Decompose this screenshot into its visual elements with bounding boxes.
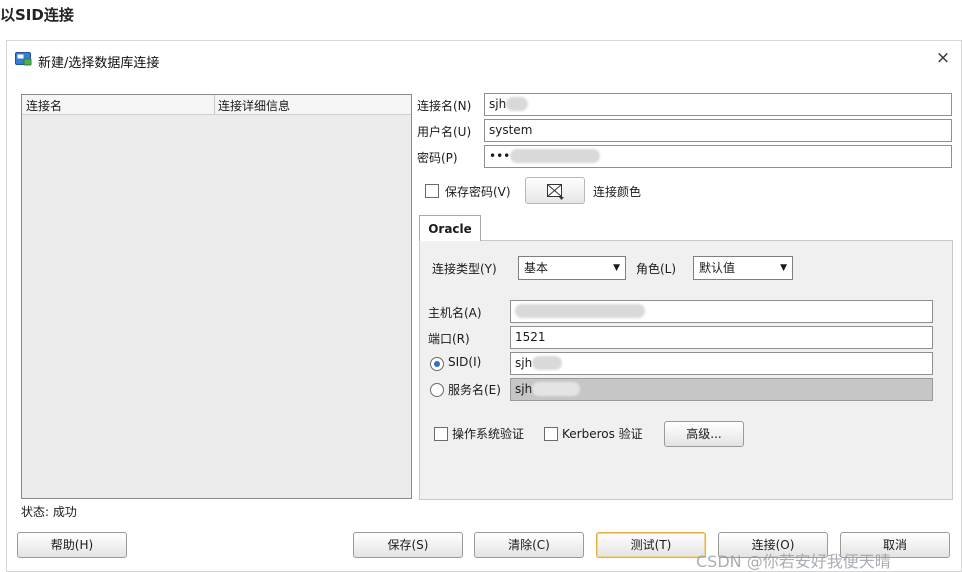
redacted-blur [532,382,581,396]
connection-name-value: sjh [489,97,507,111]
save-password-label[interactable]: 保存密码(V) [445,183,511,200]
connection-type-select[interactable]: 基本 ▼ [518,256,626,280]
color-swatch-icon [546,183,566,204]
sid-value: sjh [515,356,533,370]
connection-color-button[interactable] [525,177,585,204]
chevron-down-icon: ▼ [613,263,620,273]
port-label: 端口(R) [428,332,470,346]
chevron-down-icon: ▼ [780,263,787,273]
redacted-blur [510,149,601,163]
test-button[interactable]: 测试(T) [596,532,706,558]
help-button[interactable]: 帮助(H) [17,532,127,558]
close-icon[interactable]: × [932,47,954,69]
oracle-tab-panel: 连接类型(Y) 基本 ▼ 角色(L) 默认值 ▼ 主机名(A) 端口(R) 15… [419,240,953,500]
tab-oracle[interactable]: Oracle [419,215,481,241]
username-value: system [489,123,533,137]
sid-radio[interactable] [430,357,444,371]
dialog-title: 新建/选择数据库连接 [38,56,160,71]
redacted-blur [506,97,529,111]
column-divider[interactable] [214,95,215,114]
hostname-input[interactable] [510,300,933,323]
os-auth-label[interactable]: 操作系统验证 [452,425,524,442]
os-auth-checkbox[interactable] [434,427,448,441]
clear-button[interactable]: 清除(C) [474,532,584,558]
port-value: 1521 [515,330,546,344]
connection-list-header: 连接名 连接详细信息 [22,95,411,115]
connection-type-label: 连接类型(Y) [432,262,497,276]
role-value: 默认值 [699,261,736,275]
password-value: ••• [489,149,511,163]
sid-label[interactable]: SID(I) [448,355,481,369]
kerberos-label[interactable]: Kerberos 验证 [562,425,643,442]
advanced-button[interactable]: 高级... [664,421,744,447]
connection-type-value: 基本 [524,261,549,275]
redacted-blur [515,304,645,318]
article-heading: 以SID连接 [0,6,74,24]
sid-input[interactable]: sjh [510,352,933,375]
database-connection-icon [15,52,32,66]
password-input[interactable]: ••• [484,145,952,168]
save-password-checkbox[interactable] [425,184,439,198]
username-label: 用户名(U) [417,125,472,139]
save-button[interactable]: 保存(S) [353,532,463,558]
role-select[interactable]: 默认值 ▼ [693,256,793,280]
hostname-label: 主机名(A) [428,306,482,320]
kerberos-checkbox[interactable] [544,427,558,441]
watermark: CSDN @你若安好我便天晴 [696,552,891,571]
status-text: 状态: 成功 [21,505,77,519]
username-input[interactable]: system [484,119,952,142]
port-input[interactable]: 1521 [510,326,933,349]
service-name-radio[interactable] [430,383,444,397]
password-label: 密码(P) [417,151,458,165]
column-header-connection-name[interactable]: 连接名 [26,97,62,114]
connection-name-input[interactable]: sjh [484,93,952,116]
service-name-value: sjh [515,382,533,396]
connection-name-label: 连接名(N) [417,99,472,113]
service-name-input: sjh [510,378,933,401]
role-label: 角色(L) [636,262,677,276]
redacted-blur [532,356,563,370]
new-connection-dialog: 新建/选择数据库连接 × 连接名 连接详细信息 连接名(N) sjh 用户名(U… [6,40,962,572]
connection-color-label: 连接颜色 [593,185,642,199]
column-header-connection-details[interactable]: 连接详细信息 [218,97,290,114]
dialog-titlebar: 新建/选择数据库连接 × [7,41,961,79]
connection-list[interactable]: 连接名 连接详细信息 [21,94,412,499]
service-name-label[interactable]: 服务名(E) [448,381,501,398]
